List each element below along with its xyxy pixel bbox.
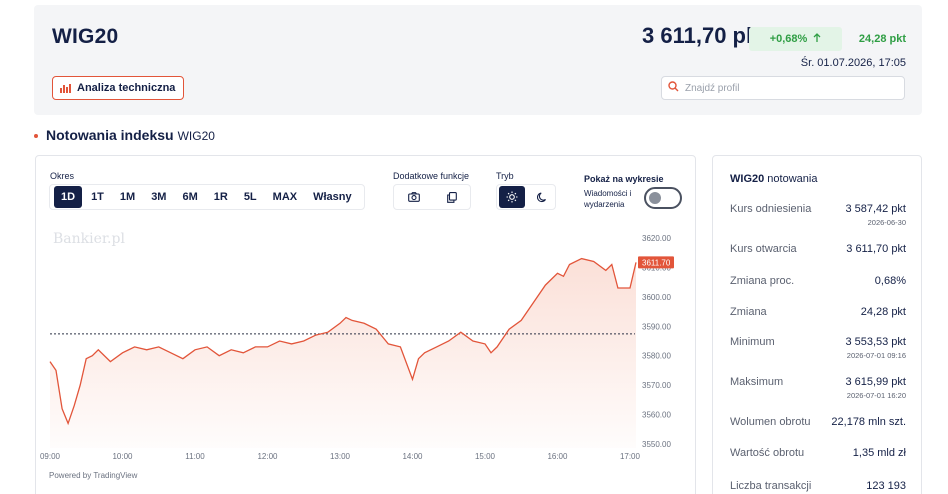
toggle-knob	[649, 192, 661, 204]
mode-label: Tryb	[496, 171, 514, 181]
quote-value: 22,178 mln szt.	[831, 416, 906, 428]
search-input[interactable]	[685, 82, 885, 94]
sun-icon[interactable]	[499, 186, 525, 208]
instrument-header: WIG20 Analiza techniczna 3 611,70 pkt +0…	[34, 5, 922, 115]
section-title: Notowania indeksu WIG20	[34, 127, 215, 143]
news-events-toggle[interactable]	[644, 187, 682, 209]
camera-icon[interactable]	[407, 192, 420, 202]
change-absolute: 24,28 pkt	[858, 33, 906, 45]
bar-chart-icon	[60, 83, 71, 93]
profile-search[interactable]	[661, 76, 905, 100]
y-tick-label: 3550.00	[642, 440, 671, 449]
extra-functions-label: Dodatkowe funkcje	[393, 171, 470, 181]
range-3m-button[interactable]: 3M	[144, 186, 173, 208]
y-tick-label: 3600.00	[642, 293, 671, 302]
x-tick-label: 14:00	[402, 452, 423, 461]
quotes-title: WIG20 notowania	[730, 173, 817, 185]
quote-label: Minimum	[730, 336, 775, 348]
section-symbol: WIG20	[177, 129, 215, 143]
current-price: 3 611,70 pkt	[642, 23, 766, 48]
change-percent-badge: +0,68%	[749, 27, 842, 51]
x-tick-label: 12:00	[257, 452, 278, 461]
x-axis: 09:00 10:00 11:00 12:00 13:00 14:00 15:00 16:00…	[40, 452, 641, 461]
section-heading: Notowania indeksu	[46, 127, 174, 143]
copy-icon[interactable]	[446, 191, 457, 203]
quote-value: 0,68%	[874, 275, 906, 287]
quote-value: 3 587,42 pkt	[845, 203, 906, 215]
range-6m-button[interactable]: 6M	[175, 186, 204, 208]
quote-value: 3 615,99 pkt	[845, 376, 906, 388]
chart-panel: Okres 1D 1T 1M 3M 6M 1R 5L MAX Własny Do…	[35, 155, 696, 494]
show-on-chart-label: Pokaż na wykresie	[584, 174, 664, 184]
quote-label: Kurs odniesienia	[730, 203, 812, 215]
range-1t-button[interactable]: 1T	[84, 186, 111, 208]
quote-value: 3 611,70 pkt	[846, 243, 906, 255]
technical-analysis-button[interactable]: Analiza techniczna	[52, 76, 185, 100]
y-tick-label: 3580.00	[642, 352, 671, 361]
range-custom-button[interactable]: Własny	[306, 186, 359, 208]
change-percent: +0,68%	[769, 33, 808, 45]
y-tick-label: 3620.00	[642, 234, 671, 243]
instrument-symbol: WIG20	[52, 25, 119, 48]
y-tick-label: 3570.00	[642, 381, 671, 390]
quote-label: Zmiana	[730, 306, 767, 318]
news-events-label: Wiadomości i wydarzenia	[584, 189, 632, 209]
quote-label: Zmiana proc.	[730, 275, 795, 287]
x-tick-label: 09:00	[40, 452, 61, 461]
quote-label: Maksimum	[730, 376, 784, 388]
range-1r-button[interactable]: 1R	[207, 186, 235, 208]
x-tick-label: 16:00	[547, 452, 568, 461]
y-tick-label: 3590.00	[642, 322, 671, 331]
powered-by[interactable]: Powered by TradingView	[49, 471, 137, 480]
quotes-title-text: notowania	[767, 173, 818, 185]
quote-value: 24,28 pkt	[860, 306, 906, 318]
extra-functions	[393, 184, 471, 210]
theme-switch	[496, 184, 556, 210]
chart-watermark: Bankier.pl	[53, 231, 125, 247]
okres-label: Okres	[50, 171, 75, 181]
quote-date: 2026-07-01 16:20	[846, 391, 906, 400]
range-selector: 1D 1T 1M 3M 6M 1R 5L MAX Własny	[49, 184, 365, 210]
x-tick-label: 11:00	[185, 452, 205, 461]
last-price-label: 3611.70	[642, 258, 671, 267]
range-1m-button[interactable]: 1M	[113, 186, 142, 208]
quote-label: Wolumen obrotu	[730, 416, 811, 428]
range-5l-button[interactable]: 5L	[237, 186, 264, 208]
price-area	[50, 258, 636, 448]
bullet-dot	[34, 134, 38, 138]
quote-label: Liczba transakcji	[730, 480, 812, 492]
x-tick-label: 13:00	[330, 452, 351, 461]
x-tick-label: 15:00	[475, 452, 496, 461]
x-tick-label: 10:00	[112, 452, 133, 461]
quote-label: Kurs otwarcia	[730, 243, 797, 255]
technical-analysis-label: Analiza techniczna	[77, 82, 176, 94]
last-price-marker: 3611.70	[638, 256, 674, 269]
moon-icon[interactable]	[531, 186, 553, 208]
quote-value: 123 193	[866, 480, 906, 492]
quotes-panel: WIG20 notowania Kurs odniesienia 3 587,4…	[712, 155, 922, 494]
y-tick-label: 3560.00	[642, 411, 671, 420]
quotes-symbol: WIG20	[730, 173, 765, 185]
quote-value: 3 553,53 pkt	[845, 336, 906, 348]
arrow-up-icon	[813, 32, 821, 46]
quote-date: 2026-07-01 09:16	[846, 351, 906, 360]
x-tick-label: 17:00	[620, 452, 641, 461]
quote-date: 2026-06-30	[867, 218, 906, 227]
quote-label: Wartość obrotu	[730, 447, 805, 459]
range-max-button[interactable]: MAX	[266, 186, 304, 208]
search-icon	[668, 79, 679, 97]
price-chart[interactable]: Bankier.pl 3620.003610.003600.003590.003…	[36, 222, 695, 467]
quote-value: 1,35 mld zł	[852, 447, 906, 459]
quote-datetime: Śr. 01.07.2026, 17:05	[800, 57, 906, 69]
range-1d-button[interactable]: 1D	[54, 186, 83, 208]
